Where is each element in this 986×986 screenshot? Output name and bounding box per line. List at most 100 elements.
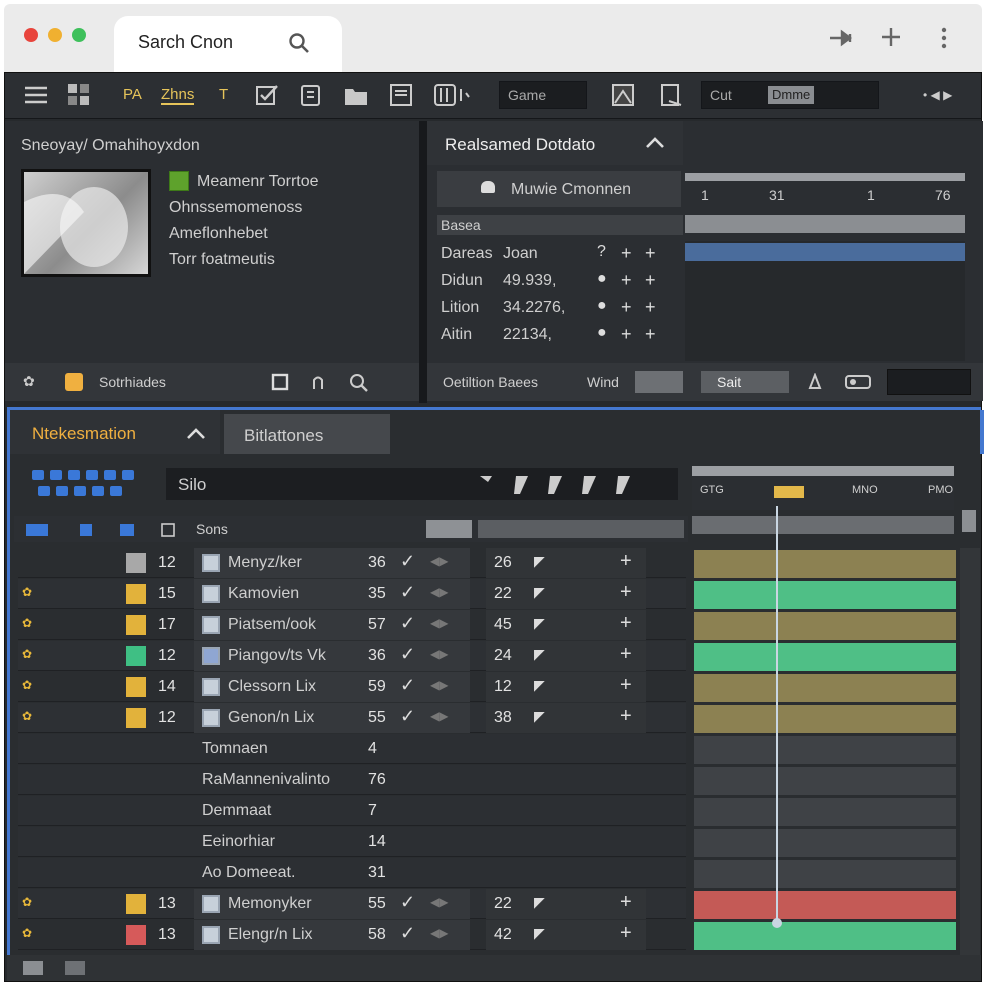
row-checkbox[interactable] — [202, 926, 220, 944]
add-icon[interactable]: + — [620, 705, 632, 728]
more-vert-icon[interactable] — [940, 26, 948, 50]
audio-icon[interactable]: ◀▶ — [430, 554, 448, 568]
columns-tool-icon[interactable] — [433, 83, 473, 107]
pin-icon[interactable] — [828, 28, 856, 48]
add-icon[interactable]: + — [621, 297, 632, 318]
check-icon[interactable]: ✓ — [400, 706, 415, 727]
color-swatch[interactable] — [126, 553, 146, 573]
muwie-button[interactable]: Muwie Cmonnen — [437, 171, 681, 207]
color-swatch[interactable] — [126, 708, 146, 728]
playhead-handle[interactable] — [772, 918, 782, 928]
export-tool-icon[interactable] — [659, 83, 683, 107]
status-info-icon[interactable] — [65, 961, 85, 975]
row-checkbox[interactable] — [202, 647, 220, 665]
add-icon[interactable]: + — [620, 922, 632, 945]
audio-icon[interactable]: ◀▶ — [430, 709, 448, 723]
table-row[interactable]: ✿ 12 Piangov/ts Vk 36 ✓ ◀▶ 24 ◤ + — [18, 641, 686, 671]
detail-row[interactable]: Didun 49.939, ● + + — [437, 268, 683, 294]
timeline-clip[interactable] — [694, 891, 956, 919]
scroll-handle[interactable] — [962, 510, 976, 532]
add-icon[interactable]: + — [621, 324, 632, 345]
check-icon[interactable]: ✓ — [400, 613, 415, 634]
audio-icon[interactable]: ◀▶ — [430, 895, 448, 909]
browser-tab[interactable]: Sarch Cnon — [114, 16, 342, 72]
flag-icon[interactable]: ◤ — [534, 646, 545, 663]
tab-other[interactable]: Bitlattones — [224, 414, 390, 454]
image-tool-icon[interactable] — [611, 83, 635, 107]
warning-icon[interactable]: ✿ — [22, 926, 32, 940]
audio-icon[interactable]: ◀▶ — [430, 926, 448, 940]
chevron-up-icon[interactable] — [645, 135, 665, 149]
source-item-checkbox[interactable] — [169, 171, 189, 191]
maximize-window-icon[interactable] — [72, 28, 86, 42]
add-icon[interactable]: + — [645, 297, 656, 318]
table-row[interactable]: ✿ 15 Kamovien 35 ✓ ◀▶ 22 ◤ + — [18, 579, 686, 609]
add-icon[interactable]: + — [620, 612, 632, 635]
table-row[interactable]: ✿ 14 Clessorn Lix 59 ✓ ◀▶ 12 ◤ + — [18, 672, 686, 702]
minimize-window-icon[interactable] — [48, 28, 62, 42]
row-checkbox[interactable] — [202, 585, 220, 603]
table-row[interactable]: ✿ 13 Memonyker 55 ✓ ◀▶ 22 ◤ + — [18, 889, 686, 919]
add-icon[interactable]: + — [645, 324, 656, 345]
warning-icon[interactable]: ✿ — [22, 895, 32, 909]
flag-icon[interactable]: ◤ — [534, 677, 545, 694]
status-image-icon[interactable] — [23, 961, 43, 975]
folder-yellow-icon[interactable] — [65, 373, 83, 391]
row-checkbox[interactable] — [202, 709, 220, 727]
color-swatch[interactable] — [126, 646, 146, 666]
audio-icon[interactable]: ◀▶ — [430, 585, 448, 599]
toolbar-label-t[interactable]: T — [219, 86, 228, 103]
timeline-clip[interactable] — [694, 922, 956, 950]
row-checkbox[interactable] — [202, 616, 220, 634]
timeline-clip[interactable] — [694, 674, 956, 702]
color-swatch[interactable] — [126, 677, 146, 697]
timeline-clip[interactable] — [694, 643, 956, 671]
source-item-1[interactable]: Meamenr Torrtoe — [197, 173, 319, 191]
add-icon[interactable]: + — [645, 270, 656, 291]
hand-tool-icon[interactable] — [309, 373, 327, 391]
drop-icon[interactable]: ● — [597, 324, 607, 342]
source-item-2[interactable]: Ohnssemomenoss — [169, 199, 302, 217]
color-swatch[interactable] — [126, 615, 146, 635]
filter-slashes-icon[interactable] — [476, 472, 636, 496]
flag-icon[interactable]: ◤ — [534, 708, 545, 725]
layout-tool-icon[interactable] — [389, 83, 413, 107]
warning-icon[interactable]: ✿ — [22, 585, 32, 599]
add-icon[interactable]: + — [620, 891, 632, 914]
timeline-clip[interactable] — [694, 612, 956, 640]
check-icon[interactable]: ✓ — [400, 644, 415, 665]
stop-square-icon[interactable] — [271, 373, 289, 391]
bell-icon[interactable] — [807, 373, 823, 391]
table-row[interactable]: ✿ 12 Genon/n Lix 55 ✓ ◀▶ 38 ◤ + — [18, 703, 686, 733]
add-icon[interactable]: + — [621, 243, 632, 264]
row-checkbox[interactable] — [202, 554, 220, 572]
flag-icon[interactable]: ◤ — [534, 894, 545, 911]
warning-icon[interactable]: ✿ — [22, 678, 32, 692]
add-icon[interactable]: + — [620, 643, 632, 666]
header-tools-icon[interactable] — [24, 522, 184, 538]
detail-footer-field[interactable] — [887, 369, 971, 395]
document-tool-icon[interactable] — [299, 83, 323, 107]
check-icon[interactable]: ✓ — [400, 892, 415, 913]
flag-icon[interactable]: ◤ — [534, 615, 545, 632]
sait-button[interactable]: Sait — [701, 371, 789, 393]
color-swatch[interactable] — [126, 584, 146, 604]
battery-icon[interactable] — [845, 373, 873, 391]
cut-field[interactable]: Cut Dmme — [701, 81, 879, 109]
timeline-clip[interactable] — [694, 581, 956, 609]
tab-active[interactable]: Ntekesmation — [10, 410, 220, 454]
paw-icon[interactable]: ✿ — [23, 373, 35, 390]
audio-icon[interactable]: ◀▶ — [430, 616, 448, 630]
search-icon[interactable] — [288, 32, 310, 54]
add-icon[interactable]: + — [620, 674, 632, 697]
hamburger-menu-icon[interactable] — [25, 85, 47, 105]
table-row[interactable]: 12 Menyz/ker 36 ✓ ◀▶ 26 ◤ + — [18, 548, 686, 578]
grid-tool-icon[interactable] — [67, 83, 91, 107]
toolbar-label-pa[interactable]: PA — [123, 86, 142, 103]
timeline-search-input[interactable]: Silo — [166, 468, 678, 500]
check-icon[interactable]: ✓ — [400, 582, 415, 603]
check-icon[interactable]: ✓ — [400, 923, 415, 944]
channel-grid-icon[interactable] — [30, 468, 140, 502]
checkbox-tool-icon[interactable] — [255, 83, 279, 107]
timeline-clip[interactable] — [694, 550, 956, 578]
